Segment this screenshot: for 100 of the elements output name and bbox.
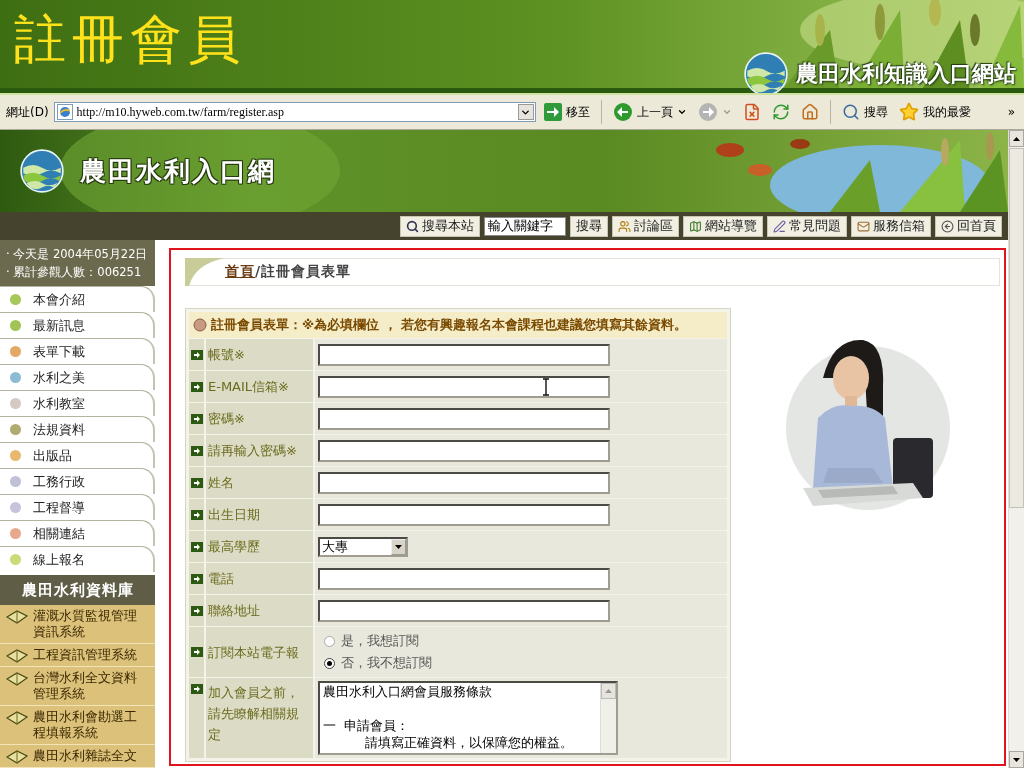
sidebar-item[interactable]: 工務行政 xyxy=(0,468,155,494)
breadcrumb-text: /註冊會員表單 xyxy=(255,263,352,281)
text-input[interactable] xyxy=(318,407,610,430)
map-icon xyxy=(689,219,702,233)
database-item[interactable]: 工程資訊管理系統 xyxy=(0,644,155,667)
sidebar-item[interactable]: 水利教室 xyxy=(0,390,155,416)
page-icon xyxy=(56,104,73,120)
bullet-icon xyxy=(193,318,207,332)
text-input[interactable] xyxy=(318,471,610,494)
textarea-field[interactable]: 農田水利入口網會員服務條款 一 申請會員： 請填寫正確資料，以保障您的權益。 xyxy=(318,681,618,755)
favorites-button[interactable]: 我的最愛 xyxy=(895,100,974,124)
arrow-icon xyxy=(190,647,203,657)
text-input[interactable] xyxy=(318,375,610,398)
field-label: 聯絡地址 xyxy=(208,602,261,620)
arrow-icon xyxy=(190,477,203,488)
field-label: 電話 xyxy=(208,570,235,588)
nav-link[interactable]: 回首頁 xyxy=(935,215,1002,237)
search-icon xyxy=(406,219,419,233)
arrow-icon xyxy=(190,413,203,424)
refresh-icon xyxy=(771,103,790,121)
scroll-down-icon xyxy=(1013,757,1020,762)
brand-name: 農田水利知識入口網站 xyxy=(796,60,1016,88)
field-label: 帳號※ xyxy=(208,346,246,364)
section-title: 農田水利資料庫 xyxy=(0,575,155,605)
keyword-field[interactable]: 輸入關鍵字 xyxy=(484,216,566,236)
stop-icon xyxy=(742,103,761,121)
back-button[interactable]: 上一頁 xyxy=(609,100,690,124)
arrow-icon xyxy=(190,509,203,520)
site-name: 農田水利入口網 xyxy=(80,154,276,188)
sidebar-item[interactable]: 線上報名 xyxy=(0,546,155,572)
arrow-icon xyxy=(190,445,203,456)
star-icon xyxy=(898,102,919,122)
address-label: 網址(D) xyxy=(6,103,49,121)
field-label: 加入會員之前，請先瞭解相關規定 xyxy=(208,684,300,744)
nav-link[interactable]: 服務信箱 xyxy=(851,215,931,237)
text-input[interactable] xyxy=(318,567,610,590)
scroll-up-icon xyxy=(605,689,612,693)
sidebar-item[interactable]: 出版品 xyxy=(0,442,155,468)
field-label: 密碼※ xyxy=(208,410,246,428)
radio-option[interactable]: 是，我想訂閱 xyxy=(318,630,727,652)
book-icon xyxy=(6,711,28,725)
text-input[interactable] xyxy=(318,439,610,462)
home-link[interactable]: 首頁 xyxy=(225,263,255,281)
text-input[interactable] xyxy=(318,343,610,366)
search-button[interactable]: 搜尋 xyxy=(838,101,891,123)
caret-icon xyxy=(395,544,402,549)
info-text: · 累計參觀人數：006251 xyxy=(6,264,143,280)
text-cursor-icon xyxy=(542,377,550,396)
nav-link[interactable]: 常見問題 xyxy=(767,215,847,237)
arrow-icon xyxy=(190,605,203,616)
info-text: · 今天是 2004年05月22日 xyxy=(6,246,149,262)
slide-title: 註冊會員 xyxy=(14,10,246,70)
select-field[interactable]: 大專 xyxy=(318,536,408,557)
sidebar-item[interactable]: 法規資料 xyxy=(0,416,155,442)
sidebar-item[interactable]: 本會介紹 xyxy=(0,286,155,312)
arrow-icon xyxy=(190,349,203,360)
scroll-up-icon xyxy=(1013,136,1020,141)
arrow-icon xyxy=(190,541,203,552)
people-icon xyxy=(618,219,631,233)
field-label: E-MAIL信箱※ xyxy=(208,378,290,396)
form-header-text: 註冊會員表單：※為必填欄位 ， 若您有興趣報名本會課程也建議您填寫其餘資料。 xyxy=(211,316,687,334)
book-icon xyxy=(6,750,28,764)
sidebar-item[interactable]: 相關連結 xyxy=(0,520,155,546)
nav-link[interactable]: 網站導覽 xyxy=(683,215,763,237)
logo-icon xyxy=(20,149,64,193)
database-item[interactable]: 農田水利雜誌全文 xyxy=(0,745,155,768)
arrow-icon xyxy=(190,573,203,584)
field-label: 訂閱本站電子報 xyxy=(208,643,300,662)
search-site-button[interactable]: 搜尋本站 xyxy=(400,215,480,237)
radio-option[interactable]: 否，我不想訂閱 xyxy=(318,652,727,674)
mail-icon xyxy=(857,219,870,233)
caret-icon xyxy=(676,107,687,117)
search-button[interactable]: 搜尋 xyxy=(570,215,608,237)
more-button[interactable]: » xyxy=(1004,103,1018,121)
text-input[interactable] xyxy=(318,599,610,622)
sidebar-item[interactable]: 工程督導 xyxy=(0,494,155,520)
book-icon xyxy=(6,672,28,686)
field-label: 請再輸入密碼※ xyxy=(208,442,298,460)
arrow-icon xyxy=(190,684,203,694)
scrollbar[interactable] xyxy=(1008,130,1024,768)
pencil-icon xyxy=(773,219,786,233)
corner-ornament xyxy=(185,258,225,286)
search-icon xyxy=(841,103,860,121)
sidebar-item[interactable]: 水利之美 xyxy=(0,364,155,390)
database-item[interactable]: 農田水利會勘選工程填報系統 xyxy=(0,706,155,745)
book-icon xyxy=(6,610,28,624)
field-label: 姓名 xyxy=(208,474,235,492)
sidebar-item[interactable]: 最新訊息 xyxy=(0,312,155,338)
caret-icon xyxy=(721,107,732,117)
text-input[interactable] xyxy=(318,503,610,526)
field-label: 出生日期 xyxy=(208,506,261,524)
field-label: 最高學歷 xyxy=(208,538,261,556)
book-icon xyxy=(6,649,28,663)
go-button[interactable]: 移至 xyxy=(540,101,593,123)
arrow-icon xyxy=(190,381,203,392)
nav-link[interactable]: 討論區 xyxy=(612,215,679,237)
database-item[interactable]: 灌溉水質監視管理資訊系統 xyxy=(0,605,155,644)
sidebar-item[interactable]: 表單下載 xyxy=(0,338,155,364)
address-field[interactable]: http://m10.hyweb.com.tw/farm/register.asp xyxy=(53,102,536,122)
database-item[interactable]: 台灣水利全文資料管理系統 xyxy=(0,667,155,706)
